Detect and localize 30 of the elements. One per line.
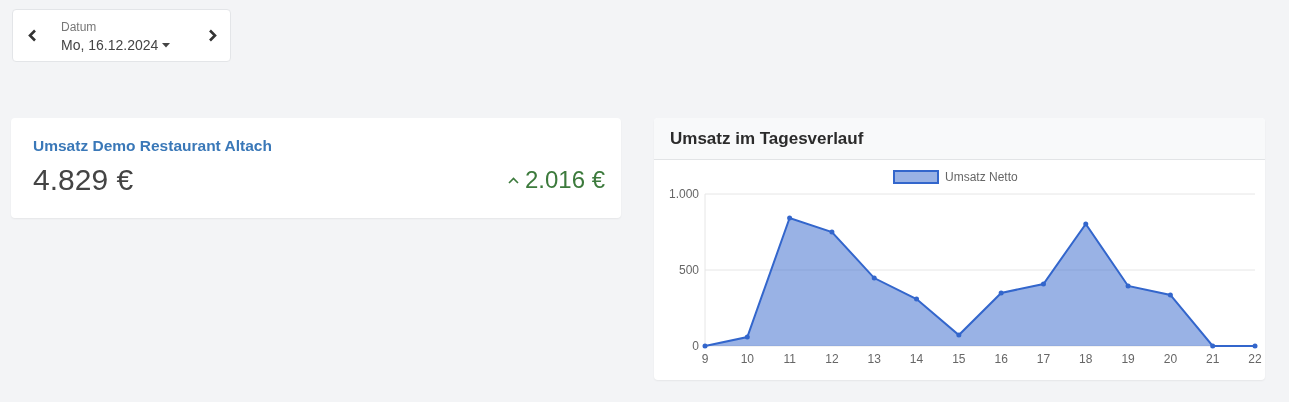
revenue-change: 2.016 €: [524, 166, 605, 194]
axis-label: 500: [678, 263, 699, 277]
axis-label: 1.000: [668, 187, 699, 201]
axis-label: 9: [701, 352, 709, 366]
chart-title: Umsatz im Tagesverlauf: [670, 128, 864, 149]
axis-label: 21: [1206, 352, 1220, 366]
axis-label: 22: [1248, 352, 1262, 366]
axis-label: 13: [867, 352, 881, 366]
caret-icon: [162, 42, 171, 48]
axis-label: 10: [740, 352, 754, 366]
chevron-right-icon: [208, 29, 218, 42]
axis-label: 20: [1163, 352, 1178, 366]
card-title: Umsatz Demo Restaurant Altach: [33, 137, 273, 155]
chevron-left-icon: [27, 29, 37, 42]
axis-label: 15: [952, 352, 966, 366]
legend-label: Umsatz Netto: [945, 170, 1018, 184]
axis-label: 18: [1079, 352, 1093, 366]
axis-label: 17: [1036, 352, 1051, 366]
previous-button[interactable]: [25, 27, 39, 44]
axis-label: 12: [825, 352, 839, 366]
revenue-value: 4.829 €: [33, 163, 134, 197]
axis-label: 14: [909, 352, 924, 366]
next-button[interactable]: [206, 27, 220, 44]
axis-label: 0: [692, 339, 699, 353]
date-label: Datum: [61, 20, 97, 34]
axis-label: 11: [783, 352, 796, 366]
axis-label: 19: [1121, 352, 1135, 366]
axis-label: 16: [994, 352, 1008, 366]
legend-swatch: [893, 170, 939, 184]
date-dropdown[interactable]: Mo, 16.12.2024: [61, 37, 171, 53]
